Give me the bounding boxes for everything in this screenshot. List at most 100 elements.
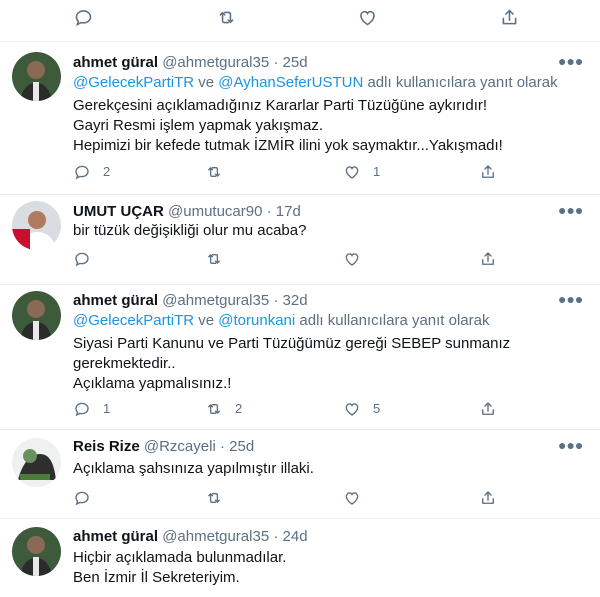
- tweet-header: ahmet güral @ahmetgural35 · 24d: [73, 527, 560, 547]
- tweet-text-line: Açıklama şahsınıza yapılmıştır illaki.: [73, 460, 314, 477]
- tweet-text-line: Gayri Resmi işlem yapmak yakışmaz.: [73, 117, 324, 134]
- reply-button[interactable]: 1: [73, 399, 110, 419]
- share-icon: [479, 163, 497, 181]
- tweet-text-line: Ben İzmir İl Sekreteriyim.: [73, 569, 240, 586]
- reply-count: 1: [103, 401, 111, 416]
- like-button[interactable]: 1: [343, 162, 380, 182]
- like-count: 1: [373, 164, 381, 179]
- avatar[interactable]: [12, 291, 61, 340]
- tweet[interactable]: UMUT UÇAR @umutucar90 · 17d ●●● bir tüzü…: [0, 195, 600, 285]
- reply-button[interactable]: [73, 249, 103, 269]
- like-count: 5: [373, 401, 381, 416]
- avatar[interactable]: [12, 438, 61, 487]
- retweet-button[interactable]: [205, 162, 235, 182]
- share-button[interactable]: [479, 162, 497, 182]
- more-icon[interactable]: ●●●: [558, 438, 583, 458]
- more-icon[interactable]: ●●●: [558, 203, 583, 223]
- more-icon[interactable]: ●●●: [558, 292, 583, 312]
- reply-button[interactable]: [73, 488, 103, 508]
- tweet-text-line: Gerekçesini açıklamadığınız Kararlar Par…: [73, 97, 488, 114]
- replying-and: ve: [198, 74, 215, 91]
- separator: ·: [273, 292, 279, 309]
- separator: ·: [219, 438, 225, 455]
- tweet-actions: [73, 249, 523, 269]
- tweet[interactable]: ahmet güral @ahmetgural35 · 25d ●●● @Gel…: [0, 42, 600, 195]
- share-button[interactable]: [479, 488, 497, 508]
- avatar[interactable]: [12, 201, 61, 250]
- tweet-text-line: Hepimizi bir kefede tutmak İZMİR ilini y…: [73, 137, 503, 154]
- retweet-icon: [205, 400, 223, 418]
- retweet-icon: [205, 163, 223, 181]
- mention-link[interactable]: @torunkani: [218, 312, 295, 329]
- share-icon: [479, 250, 497, 268]
- timestamp[interactable]: 25d: [283, 54, 308, 71]
- timestamp[interactable]: 24d: [283, 528, 308, 545]
- like-button[interactable]: [357, 7, 378, 27]
- reply-count: 2: [103, 164, 111, 179]
- share-button[interactable]: [499, 7, 520, 27]
- separator: ·: [273, 54, 279, 71]
- reply-button[interactable]: 2: [73, 162, 110, 182]
- mention-link[interactable]: @GelecekPartiTR: [73, 312, 194, 329]
- reply-icon: [73, 7, 94, 28]
- like-button[interactable]: [343, 249, 373, 269]
- retweet-button[interactable]: [216, 7, 237, 27]
- display-name[interactable]: Reis Rize: [73, 438, 140, 455]
- tweet-text-line: Açıklama yapmalısınız.!: [73, 375, 232, 392]
- tweet[interactable]: Reis Rize @Rzcayeli · 25d ●●● Açıklama ş…: [0, 430, 600, 519]
- share-icon: [479, 489, 497, 507]
- like-icon: [343, 163, 361, 181]
- previous-tweet-actions: [0, 0, 600, 42]
- handle[interactable]: @ahmetgural35: [162, 528, 269, 545]
- share-icon: [499, 7, 520, 28]
- retweet-button[interactable]: [205, 488, 235, 508]
- reply-icon: [73, 489, 91, 507]
- tweet-text-line: Siyasi Parti Kanunu ve Parti Tüzüğümüz g…: [73, 335, 511, 352]
- replying-to: @GelecekPartiTR ve @AyhanSeferUSTUN adlı…: [73, 73, 588, 93]
- like-button[interactable]: [343, 488, 373, 508]
- display-name[interactable]: ahmet güral: [73, 292, 158, 309]
- handle[interactable]: @ahmetgural35: [162, 54, 269, 71]
- share-button[interactable]: [479, 399, 497, 419]
- display-name[interactable]: UMUT UÇAR: [73, 203, 164, 220]
- display-name[interactable]: ahmet güral: [73, 54, 158, 71]
- tweet-text-line: Hiçbir açıklamada bulunmadılar.: [73, 549, 287, 566]
- retweet-icon: [216, 7, 237, 28]
- timestamp[interactable]: 17d: [276, 203, 301, 220]
- avatar[interactable]: [12, 52, 61, 101]
- retweet-button[interactable]: [205, 249, 235, 269]
- timestamp[interactable]: 25d: [229, 438, 254, 455]
- timestamp[interactable]: 32d: [283, 292, 308, 309]
- reply-icon: [73, 163, 91, 181]
- tweet[interactable]: ahmet güral @ahmetgural35 · 32d ●●● @Gel…: [0, 285, 600, 430]
- handle[interactable]: @Rzcayeli: [144, 438, 216, 455]
- retweet-button[interactable]: 2: [205, 399, 242, 419]
- like-icon: [343, 400, 361, 418]
- retweet-count: 2: [235, 401, 243, 416]
- like-icon: [343, 489, 361, 507]
- like-button[interactable]: 5: [343, 399, 380, 419]
- separator: ·: [266, 203, 272, 220]
- handle[interactable]: @umutucar90: [168, 203, 262, 220]
- tweet-actions: 2 1: [73, 162, 523, 182]
- reply-icon: [73, 250, 91, 268]
- retweet-icon: [205, 250, 223, 268]
- like-icon: [343, 250, 361, 268]
- share-button[interactable]: [479, 249, 497, 269]
- tweet-text-line: gerekmektedir..: [73, 355, 176, 372]
- mention-link[interactable]: @GelecekPartiTR: [73, 74, 194, 91]
- tweet-header: UMUT UÇAR @umutucar90 · 17d: [73, 202, 560, 222]
- handle[interactable]: @ahmetgural35: [162, 292, 269, 309]
- like-icon: [357, 7, 378, 28]
- tweet-header: ahmet güral @ahmetgural35 · 32d: [73, 291, 560, 311]
- avatar[interactable]: [12, 527, 61, 576]
- reply-icon: [73, 400, 91, 418]
- tweet-header: Reis Rize @Rzcayeli · 25d: [73, 437, 560, 457]
- share-icon: [479, 400, 497, 418]
- display-name[interactable]: ahmet güral: [73, 528, 158, 545]
- more-icon[interactable]: ●●●: [558, 54, 583, 74]
- tweet[interactable]: ahmet güral @ahmetgural35 · 24d Hiçbir a…: [0, 519, 600, 597]
- mention-link[interactable]: @AyhanSeferUSTUN: [218, 74, 363, 91]
- reply-button[interactable]: [73, 7, 94, 27]
- tweet-actions: 1 2 5: [73, 399, 523, 419]
